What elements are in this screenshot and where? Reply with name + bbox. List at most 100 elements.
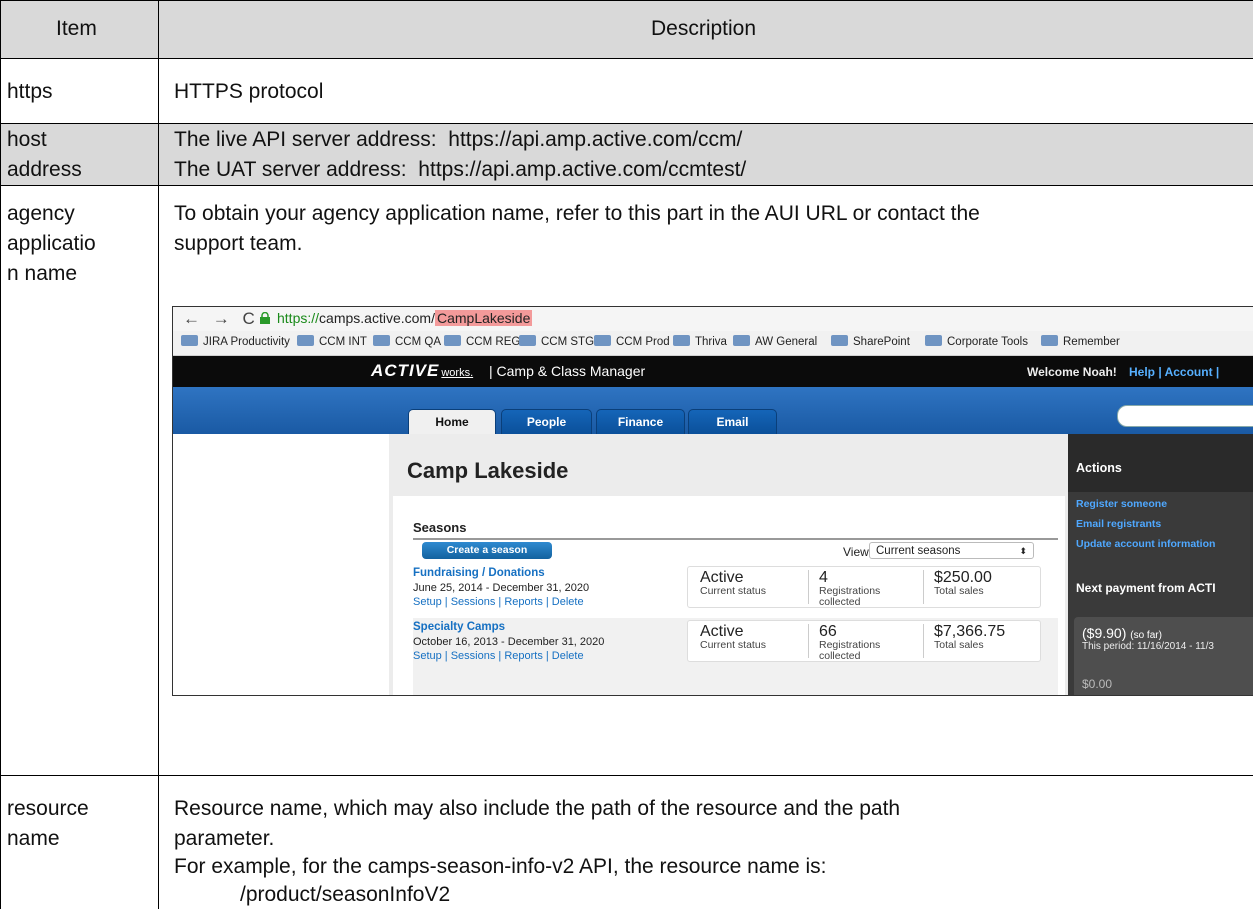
url-scheme: https:// [277,310,320,326]
divider [413,538,1058,540]
embedded-browser-screenshot: ← → C https://camps.active.com/CampLakes… [172,306,1253,696]
bookmarks-bar: JIRA Productivity CCM INT CCM QA CCM REG… [173,331,1253,356]
row-divider [0,185,1253,186]
season-stats: Active Current status 4 Registrations colle… [687,566,1041,608]
bookmark-item: Corporate Tools [925,335,1028,348]
item-resource-l1: resource [7,797,89,820]
row-divider [0,775,1253,776]
sales-value: $250.00 [934,569,992,586]
seasons-panel: Seasons Create a season View Current sea… [393,496,1065,695]
table-left-border [0,0,1,909]
document-table: Item Description https HTTPS protocol ho… [0,0,1253,909]
create-season-button: Create a season [422,542,552,559]
tab-people: People [501,409,592,435]
folder-icon [594,335,611,346]
main-content: Camp Lakeside Seasons Create a season Vi… [389,434,1068,695]
season-links: Setup | Sessions | Reports | Delete [413,596,584,608]
folder-icon [444,335,461,346]
actions-header: Actions [1068,434,1253,492]
status-label: Current status [700,585,766,597]
season-name: Specialty Camps [413,621,506,633]
desc-agency-l2: support team. [174,232,303,255]
folder-icon [1041,335,1058,346]
welcome-text: Welcome Noah! [1027,365,1117,379]
browser-nav-icons: ← → C [183,309,259,328]
desc-resource-l3: For example, for the camps-season-info-v… [174,855,827,878]
season-name: Fundraising / Donations [413,567,545,579]
address-bar: ← → C https://camps.active.com/CampLakes… [173,307,1253,331]
seasons-heading: Seasons [413,520,467,535]
update-account-link: Update account information [1076,538,1216,550]
season-dates: June 25, 2014 - December 31, 2020 [413,582,590,594]
bookmark-item: CCM STG [519,335,594,348]
count-value: 4 [819,569,828,586]
season-row: Specialty Camps October 16, 2013 - Decem… [413,618,1058,695]
sales-label: Total sales [934,639,984,651]
season-stats: Active Current status 66 Registrations coll… [687,620,1041,662]
desc-resource-l4: /product/seasonInfoV2 [240,883,451,906]
bookmark-item: AW General [733,335,817,348]
sales-value: $7,366.75 [934,623,1006,640]
header-description: Description [651,17,757,40]
desc-live-server: The live API server address: https://api… [174,128,743,151]
season-row: Fundraising / Donations June 25, 2014 - … [413,564,1058,614]
folder-icon [673,335,690,346]
app-header: ACTIVE works. | Camp & Class Manager Welc… [173,356,1253,387]
desc-uat-server: The UAT server address: https://api.amp.… [174,158,747,181]
desc-resource-l2: parameter. [174,827,275,850]
season-dates: October 16, 2013 - December 31, 2020 [413,636,605,648]
help-account-links: Help | Account | [1129,365,1220,379]
next-payment-heading: Next payment from ACTI [1076,581,1216,595]
folder-icon [297,335,314,346]
sales-label: Total sales [934,585,984,597]
desc-resource-l1: Resource name, which may also include th… [174,797,901,820]
status-label: Current status [700,639,766,651]
bookmark-item: CCM QA [373,335,441,348]
row-divider [0,123,1253,124]
tab-home: Home [408,409,496,435]
desc-agency-l1: To obtain your agency application name, … [174,202,980,225]
url-host: camps.active.com/ [319,310,435,326]
count-label-2: collected [819,596,861,608]
item-agency-l1: agency [7,202,75,225]
bookmark-item: CCM REG [444,335,520,348]
desc-https: HTTPS protocol [174,80,324,103]
payment-amount: ($9.90) (so far) [1082,625,1162,641]
actions-sidebar: Actions Register someone Email registran… [1068,434,1253,695]
actions-title: Actions [1076,461,1122,475]
item-resource-l2: name [7,827,60,850]
page-body: Camp Lakeside Seasons Create a season Vi… [173,434,1253,695]
email-registrants-link: Email registrants [1076,518,1162,530]
count-value: 66 [819,623,837,640]
payment-period: This period: 11/16/2014 - 11/3 [1082,641,1214,652]
folder-icon [373,335,390,346]
bookmark-item: Thriva [673,335,727,348]
register-someone-link: Register someone [1076,498,1168,510]
table-top-border [0,0,1253,1]
bookmark-item: Remember [1041,335,1120,348]
active-works-logo: ACTIVE works. [371,361,474,380]
page-title: Camp Lakeside [407,458,569,483]
view-label: View [843,545,869,559]
select-arrows-icon: ⬍ [1019,546,1027,556]
url-text: https://camps.active.com/CampLakeside [277,310,533,326]
status-value: Active [700,623,744,640]
item-agency-l2: applicatio [7,232,96,255]
app-title: | Camp & Class Manager [489,363,646,379]
bookmark-item: JIRA Productivity [181,335,290,348]
folder-icon [181,335,198,346]
payment-box: ($9.90) (so far) This period: 11/16/2014… [1074,617,1253,695]
bookmark-item: CCM INT [297,335,367,348]
folder-icon [831,335,848,346]
lock-icon [260,312,270,324]
column-divider [158,0,159,909]
folder-icon [519,335,536,346]
bookmark-item: CCM Prod [594,335,670,348]
main-nav: Home People Finance Email [173,387,1253,435]
payment-amount-2: $0.00 [1082,677,1113,691]
bookmark-item: SharePoint [831,335,910,348]
search-input [1117,405,1253,427]
row-divider [0,58,1253,59]
item-agency-l3: n name [7,262,78,285]
count-label-2: collected [819,650,861,662]
